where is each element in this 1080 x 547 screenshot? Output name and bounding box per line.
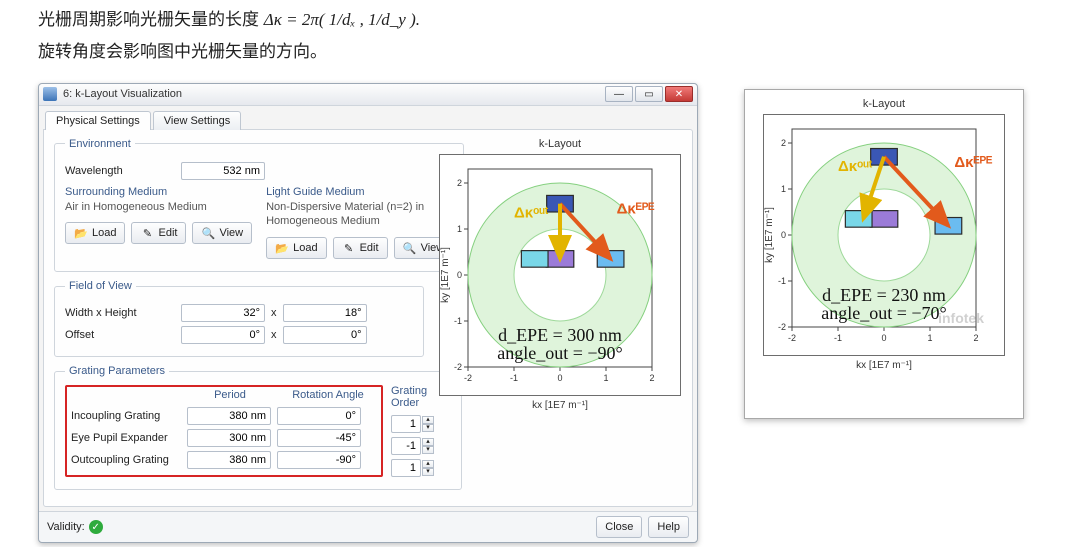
- svg-text:angle_out = −90°: angle_out = −90°: [497, 343, 622, 363]
- svg-text:1: 1: [457, 224, 462, 234]
- tab-view-settings[interactable]: View Settings: [153, 111, 241, 130]
- surrounding-head: Surrounding Medium: [65, 186, 252, 198]
- app-icon: [43, 87, 57, 101]
- svg-text:angle_out = −70°: angle_out = −70°: [821, 303, 946, 323]
- svg-text:d_EPE = 230 nm: d_EPE = 230 nm: [822, 285, 946, 305]
- svg-text:-2: -2: [778, 322, 786, 332]
- grating-row: Outcoupling Grating: [71, 451, 377, 469]
- svg-text:-2: -2: [788, 333, 796, 343]
- svg-text:-1: -1: [510, 373, 518, 383]
- chevron-up-icon: ▴: [422, 460, 434, 468]
- svg-text:-2: -2: [464, 373, 472, 383]
- grating-row: Incoupling Grating: [71, 407, 377, 425]
- lightguide-value: Non-Dispersive Material (n=2) in Homogen…: [266, 200, 453, 230]
- fov-offy-input[interactable]: [283, 326, 367, 344]
- svg-text:-1: -1: [778, 276, 786, 286]
- svg-text:Δκᴱᴾᴱ: Δκᴱᴾᴱ: [617, 200, 655, 217]
- svg-text:infotek: infotek: [938, 310, 984, 326]
- chevron-down-icon: ▾: [422, 446, 434, 454]
- svg-text:0: 0: [457, 270, 462, 280]
- wavelength-input[interactable]: [181, 162, 265, 180]
- maximize-button[interactable]: ▭: [635, 86, 663, 102]
- order-spinner[interactable]: ▴▾: [391, 437, 439, 455]
- order-spinner[interactable]: ▴▾: [391, 459, 439, 477]
- svg-text:ky [1E7 m⁻¹]: ky [1E7 m⁻¹]: [764, 206, 775, 262]
- period-input[interactable]: [187, 407, 271, 425]
- chart-title-2: k-Layout: [863, 98, 905, 110]
- grating-parameters-group: Grating Parameters Period Rotation Angle…: [54, 365, 462, 490]
- minimize-button[interactable]: —: [605, 86, 633, 102]
- edit-button-2[interactable]: ✎Edit: [333, 237, 388, 259]
- svg-text:1: 1: [603, 373, 608, 383]
- svg-text:2: 2: [973, 333, 978, 343]
- surrounding-value: Air in Homogeneous Medium: [65, 200, 252, 215]
- load-button-2[interactable]: 📂Load: [266, 237, 326, 259]
- order-spinner[interactable]: ▴▾: [391, 415, 439, 433]
- magnifier-icon: 🔍: [201, 226, 215, 240]
- k-layout-plot-2: ky [1E7 m⁻¹] -2 -1 0 1 2 -2 -1 0 1 2 Δκᴱᴾᴱ Δκᵒᵘᵗ d_EP…: [763, 114, 1005, 356]
- folder-icon: 📂: [275, 241, 289, 255]
- formula: Δκ = 2π( 1/dₓ , 1/d_y ).: [264, 10, 420, 29]
- magnifier-icon: 🔍: [403, 241, 417, 255]
- period-input[interactable]: [187, 451, 271, 469]
- svg-text:Δκᴱᴾᴱ: Δκᴱᴾᴱ: [954, 153, 992, 170]
- svg-text:-2: -2: [454, 362, 462, 372]
- k-layout-plot-1: ky [1E7 m⁻¹] -2 -1 0 1 2 -2 -1 0 1 2 Δκᴱᴾᴱ Δκᵒᵘᵗ d_EP…: [439, 154, 681, 396]
- svg-text:ky [1E7 m⁻¹]: ky [1E7 m⁻¹]: [440, 246, 451, 302]
- wavelength-label: Wavelength: [65, 165, 175, 177]
- svg-text:0: 0: [557, 373, 562, 383]
- edit-button[interactable]: ✎Edit: [131, 222, 186, 244]
- k-layout-dialog: 6: k-Layout Visualization — ▭ ✕ Physical…: [38, 83, 698, 544]
- validity-ok-icon: ✓: [89, 520, 103, 534]
- svg-text:Δκᵒᵘᵗ: Δκᵒᵘᵗ: [514, 204, 549, 221]
- svg-text:2: 2: [457, 178, 462, 188]
- svg-text:1: 1: [927, 333, 932, 343]
- svg-text:d_EPE = 300 nm: d_EPE = 300 nm: [498, 325, 622, 345]
- svg-text:Δκᵒᵘᵗ: Δκᵒᵘᵗ: [838, 157, 873, 174]
- help-button[interactable]: Help: [648, 516, 689, 538]
- folder-icon: 📂: [74, 226, 88, 240]
- rotation-input[interactable]: [277, 407, 361, 425]
- window-title: 6: k-Layout Visualization: [63, 88, 182, 100]
- pencil-icon: ✎: [140, 226, 154, 240]
- grating-row: Eye Pupil Expander: [71, 429, 377, 447]
- chevron-up-icon: ▴: [422, 416, 434, 424]
- svg-text:1: 1: [781, 184, 786, 194]
- k-layout-side-card: k-Layout ky [1E7 m⁻¹] -2 -1 0 1 2 -2 -1 0 1 2 Δκᴱᴾᴱ…: [744, 89, 1024, 419]
- fov-height-input[interactable]: [283, 304, 367, 322]
- view-button[interactable]: 🔍View: [192, 222, 252, 244]
- chart-title-1: k-Layout: [539, 138, 581, 150]
- load-button[interactable]: 📂Load: [65, 222, 125, 244]
- rotation-input[interactable]: [277, 429, 361, 447]
- validity-label: Validity:: [47, 521, 85, 533]
- fov-width-input[interactable]: [181, 304, 265, 322]
- svg-text:-1: -1: [834, 333, 842, 343]
- svg-text:2: 2: [781, 138, 786, 148]
- rotation-input[interactable]: [277, 451, 361, 469]
- chevron-down-icon: ▾: [422, 424, 434, 432]
- close-dialog-button[interactable]: Close: [596, 516, 642, 538]
- period-input[interactable]: [187, 429, 271, 447]
- fov-group: Field of View Width x Height x Offset x: [54, 280, 424, 357]
- svg-text:-1: -1: [454, 316, 462, 326]
- chevron-down-icon: ▾: [422, 468, 434, 476]
- intro-text: 光栅周期影响光栅矢量的长度 Δκ = 2π( 1/dₓ , 1/d_y ). 旋…: [38, 4, 1042, 69]
- fov-offx-input[interactable]: [181, 326, 265, 344]
- titlebar[interactable]: 6: k-Layout Visualization — ▭ ✕: [39, 84, 697, 106]
- svg-text:0: 0: [881, 333, 886, 343]
- svg-text:2: 2: [649, 373, 654, 383]
- close-button[interactable]: ✕: [665, 86, 693, 102]
- lightguide-head: Light Guide Medium: [266, 186, 453, 198]
- chevron-up-icon: ▴: [422, 438, 434, 446]
- svg-text:0: 0: [781, 230, 786, 240]
- tab-physical-settings[interactable]: Physical Settings: [45, 111, 151, 130]
- pencil-icon: ✎: [342, 241, 356, 255]
- environment-group: Environment Wavelength Surrounding Mediu…: [54, 138, 464, 273]
